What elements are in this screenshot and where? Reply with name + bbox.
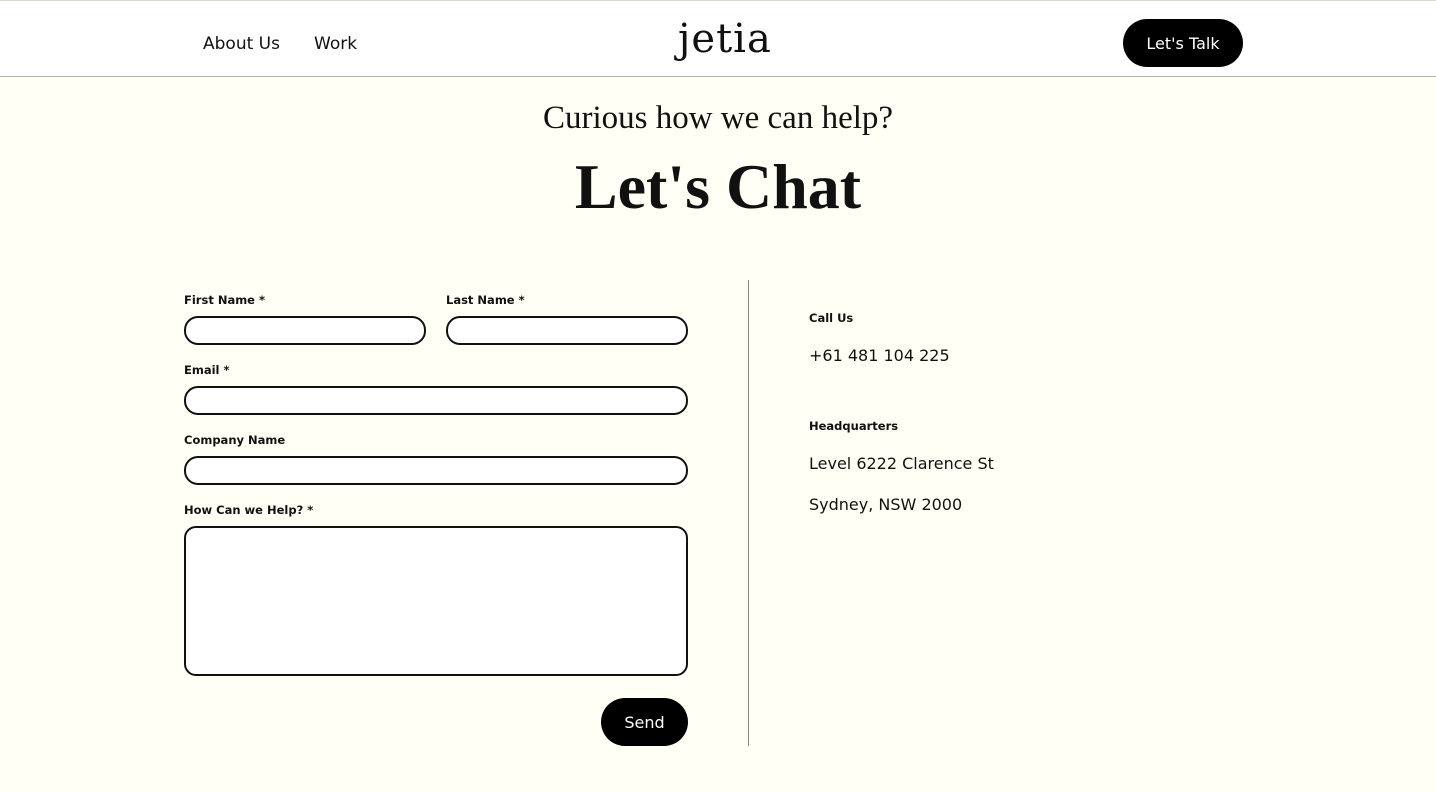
lets-talk-button[interactable]: Let's Talk xyxy=(1123,19,1243,67)
address-line-1: Level 6222 Clarence St xyxy=(809,454,994,473)
first-name-input[interactable] xyxy=(184,316,426,345)
email-label: Email * xyxy=(184,363,230,377)
message-label: How Can we Help? * xyxy=(184,503,314,517)
last-name-label: Last Name * xyxy=(446,293,525,307)
jetia-logo[interactable]: jetia xyxy=(678,11,772,67)
send-button[interactable]: Send xyxy=(601,698,688,746)
page-title: Let's Chat xyxy=(574,151,862,222)
page-subheading: Curious how we can help? xyxy=(542,100,894,136)
address-line-2: Sydney, NSW 2000 xyxy=(809,495,963,514)
email-input[interactable] xyxy=(184,386,688,415)
site-header: About Us Work jetia Let's Talk xyxy=(0,1,1436,77)
phone-number: +61 481 104 225 xyxy=(809,346,950,365)
nav-work-link[interactable]: Work xyxy=(314,34,357,54)
company-name-label: Company Name xyxy=(184,433,286,447)
headquarters-heading: Headquarters xyxy=(809,419,899,433)
nav-about-us-link[interactable]: About Us xyxy=(203,34,280,54)
company-name-input[interactable] xyxy=(184,456,688,485)
message-textarea[interactable] xyxy=(184,526,688,676)
section-divider xyxy=(748,280,749,746)
first-name-label: First Name * xyxy=(184,293,265,307)
call-us-heading: Call Us xyxy=(809,311,854,325)
last-name-input[interactable] xyxy=(446,316,688,345)
